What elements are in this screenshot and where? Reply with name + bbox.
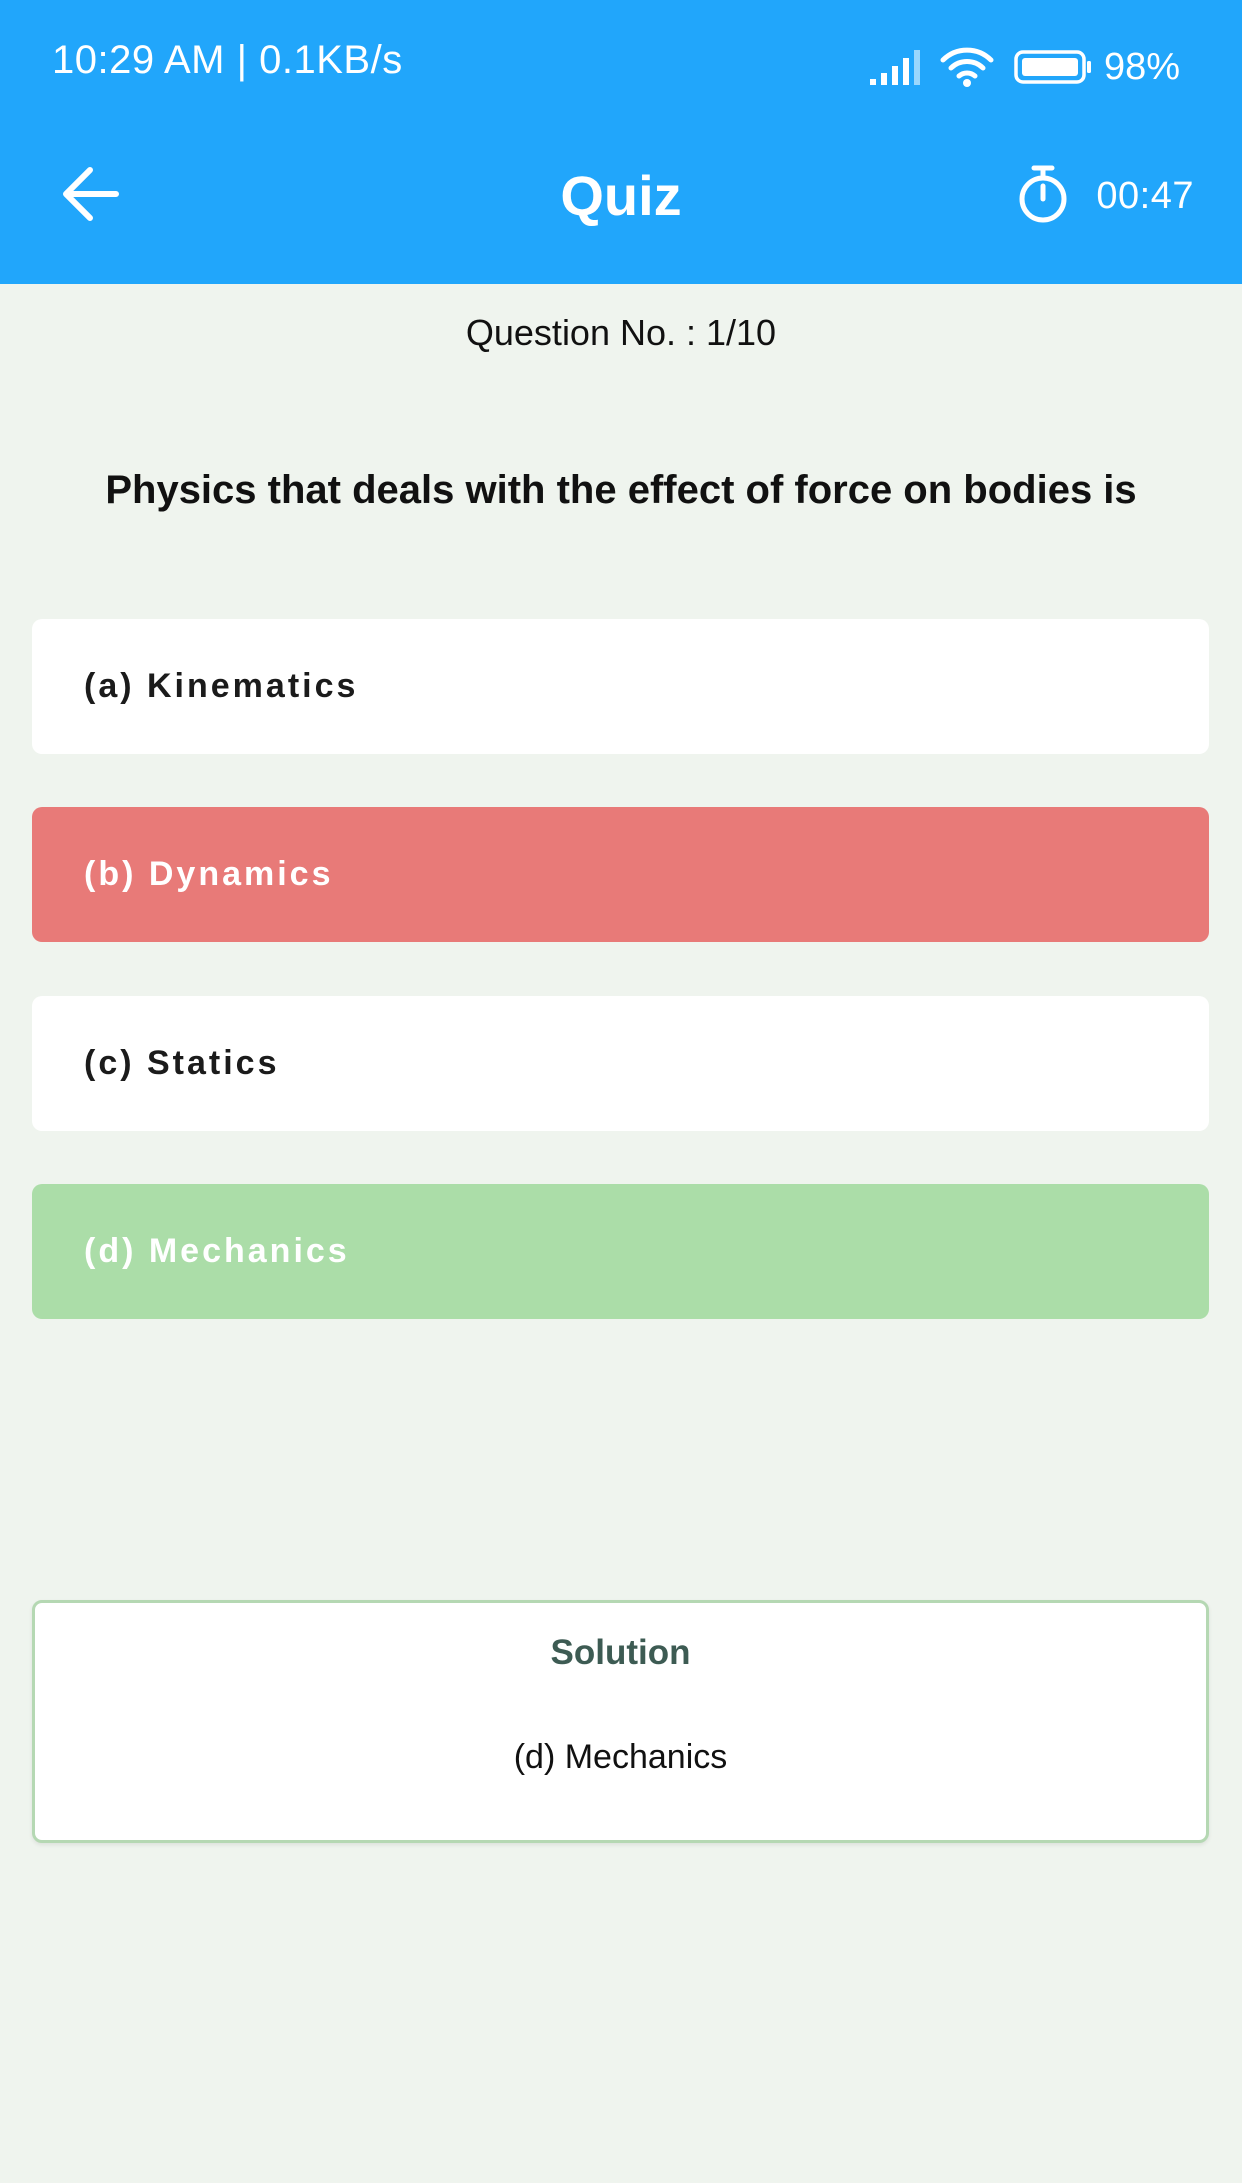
question-number-value: 1/10	[706, 312, 777, 353]
solution-card: Solution (d) Mechanics	[32, 1600, 1209, 1843]
option-label: (c) Statics	[84, 1044, 280, 1082]
option-a[interactable]: (a) Kinematics	[32, 619, 1209, 754]
option-c[interactable]: (c) Statics	[32, 996, 1209, 1131]
solution-title: Solution	[550, 1633, 691, 1672]
option-d[interactable]: (d) Mechanics	[32, 1184, 1209, 1319]
option-label: (b) Dynamics	[84, 855, 334, 893]
timer-value: 00:47	[1096, 174, 1194, 217]
solution-answer: (d) Mechanics	[513, 1738, 728, 1776]
option-label: (d) Mechanics	[84, 1232, 350, 1270]
battery-percent: 98%	[1103, 45, 1180, 88]
question-number: Question No. :1/10	[0, 312, 1242, 354]
signal-icon	[868, 47, 924, 87]
option-b[interactable]: (b) Dynamics	[32, 807, 1209, 942]
stopwatch-icon	[1016, 164, 1070, 229]
status-icons: 98%	[868, 42, 1180, 92]
app-header: 10:29 AM | 0.1KB/s 98% Quiz 00:47	[0, 0, 1242, 284]
wifi-icon	[940, 46, 994, 88]
question-text: Physics that deals with the effect of fo…	[105, 468, 1137, 512]
status-time-speed: 10:29 AM | 0.1KB/s	[52, 38, 403, 82]
option-label: (a) Kinematics	[84, 667, 359, 705]
battery-icon	[1014, 49, 1094, 85]
quiz-timer: 00:47	[1016, 160, 1194, 232]
question-number-label: Question No. :	[465, 312, 697, 353]
